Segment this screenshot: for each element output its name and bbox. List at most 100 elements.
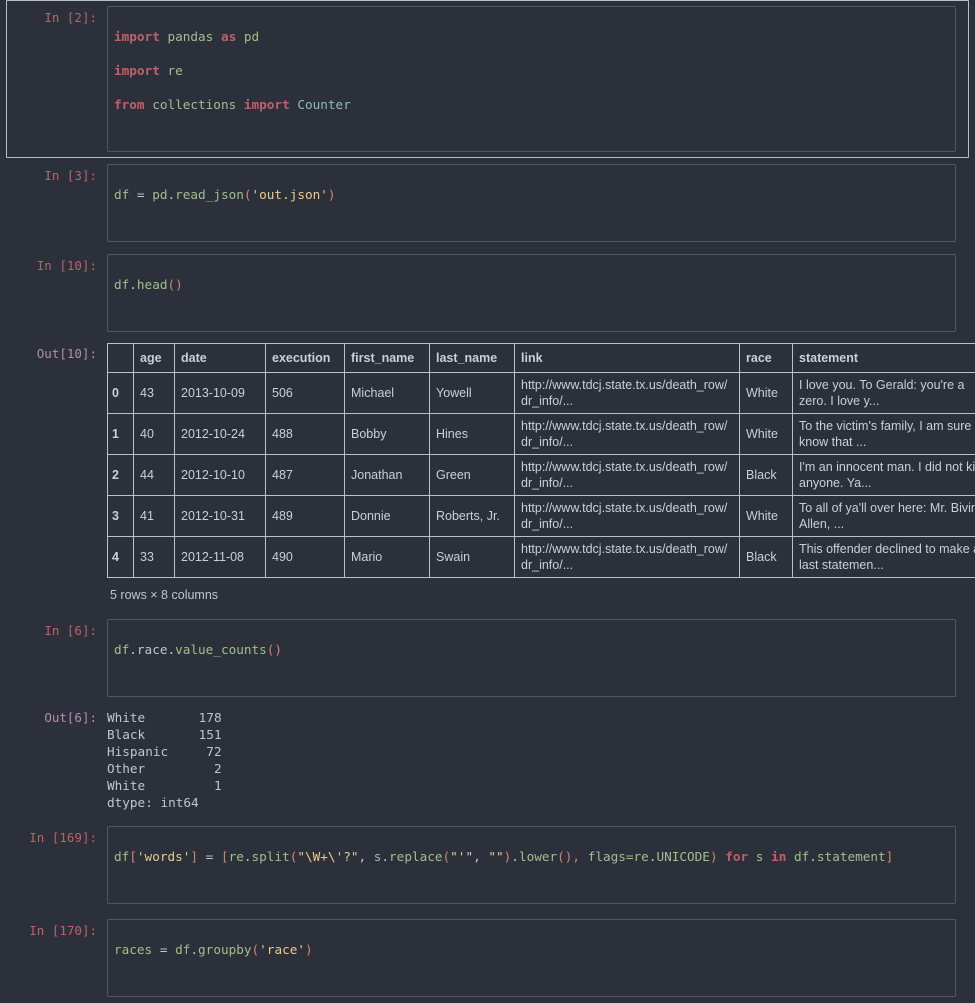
list-open: [: [221, 849, 229, 864]
module-pd: pd: [152, 187, 167, 202]
series-dtype-line: dtype: int64: [107, 794, 956, 811]
series-output-body: White 178Black 151Hispanic 72Other 2Whit…: [107, 706, 956, 811]
cell-last-name: Green: [430, 455, 515, 496]
row-index: 1: [108, 414, 134, 455]
var-df: df: [114, 849, 129, 864]
cell-statement: To all of ya'll over here: Mr. Bivins, A…: [793, 496, 975, 537]
cell-first-name: Jonathan: [345, 455, 430, 496]
string-race: 'race': [259, 942, 305, 957]
code-editor-in-169[interactable]: df['words'] = [re.split("\W+\'?", s.repl…: [107, 826, 956, 904]
paren-close: ): [504, 849, 512, 864]
code-editor-in-170[interactable]: races = df.groupby('race'): [107, 919, 956, 997]
cell-last-name: Hines: [430, 414, 515, 455]
cell-statement: I'm an innocent man. I did not kill anyo…: [793, 455, 975, 496]
alias-pd: pd: [236, 29, 259, 44]
cell-race: Black: [740, 537, 793, 578]
cell-link: http://www.tdcj.state.tx.us/death_row/dr…: [515, 496, 740, 537]
notebook-cell-in-2[interactable]: In [2]: import pandas as pd import re fr…: [6, 0, 969, 158]
cell-last-name: Yowell: [430, 373, 515, 414]
var-df: df: [114, 187, 129, 202]
link-line-1: http://www.tdcj.state.tx.us: [521, 501, 662, 515]
module-pandas: pandas: [160, 29, 221, 44]
row-index: 3: [108, 496, 134, 537]
dataframe-shape-label: 5 rows × 8 columns: [107, 578, 956, 604]
cell-race: White: [740, 496, 793, 537]
notebook-cell-in-170[interactable]: In [170]: races = df.groupby('race'): [6, 910, 969, 1003]
cell-link: http://www.tdcj.state.tx.us/death_row/dr…: [515, 537, 740, 578]
row-index: 4: [108, 537, 134, 578]
cell-age: 41: [134, 496, 175, 537]
paren-close: ): [305, 942, 313, 957]
code-editor-in-3[interactable]: df = pd.read_json('out.json'): [107, 164, 956, 242]
dot: .: [129, 277, 137, 292]
series-line: White 1: [107, 777, 956, 794]
comma: ,: [473, 849, 488, 864]
var-df: df: [114, 277, 129, 292]
notebook-cell-in-10[interactable]: In [10]: df.head(): [6, 248, 969, 338]
notebook-cell-in-169[interactable]: In [169]: df['words'] = [re.split("\W+\'…: [6, 817, 969, 910]
col-header-statement: statement: [793, 344, 975, 373]
module-re: re: [634, 849, 649, 864]
input-prompt-in-2: In [2]:: [19, 6, 107, 26]
dataframe-output-body: age date execution first_name last_name …: [107, 342, 956, 604]
cell-race: White: [740, 373, 793, 414]
cell-body-in-6: df.race.value_counts(): [107, 619, 956, 697]
parens: (): [267, 642, 282, 657]
module-re: re: [229, 849, 244, 864]
dataframe-table: age date execution first_name last_name …: [107, 343, 975, 578]
method-value-counts: value_counts: [175, 642, 267, 657]
code-line: from collections import Counter: [114, 96, 949, 113]
cell-execution: 489: [266, 496, 345, 537]
operator-assign: =: [129, 187, 152, 202]
col-header-race: race: [740, 344, 793, 373]
keyword-import: import: [114, 63, 160, 78]
var-s: s: [748, 849, 771, 864]
row-index: 0: [108, 373, 134, 414]
cell-link: http://www.tdcj.state.tx.us/death_row/dr…: [515, 455, 740, 496]
code-editor-in-2[interactable]: import pandas as pd import re from colle…: [107, 6, 956, 152]
code-line: import pandas as pd: [114, 28, 949, 45]
cell-execution: 490: [266, 537, 345, 578]
cell-last-name: Swain: [430, 537, 515, 578]
jupyter-notebook: In [2]: import pandas as pd import re fr…: [0, 0, 975, 720]
table-row: 4 33 2012-11-08 490 Mario Swain http://w…: [108, 537, 975, 578]
bracket-open: [: [129, 849, 137, 864]
cell-date: 2012-10-31: [175, 496, 266, 537]
symbol-counter: Counter: [290, 97, 351, 112]
notebook-cell-in-6[interactable]: In [6]: df.race.value_counts(): [6, 610, 969, 703]
dataframe-header: age date execution first_name last_name …: [108, 344, 975, 373]
cell-statement: This offender declined to make a last st…: [793, 537, 975, 578]
dot: .: [244, 849, 252, 864]
code-editor-in-10[interactable]: df.head(): [107, 254, 956, 332]
keyword-from: from: [114, 97, 145, 112]
method-read-json: read_json: [175, 187, 244, 202]
cell-link: http://www.tdcj.state.tx.us/death_row/dr…: [515, 373, 740, 414]
series-line: Hispanic 72: [107, 743, 956, 760]
kwarg-flags: flags=: [588, 849, 634, 864]
notebook-cell-in-3[interactable]: In [3]: df = pd.read_json('out.json'): [6, 158, 969, 248]
code-line: df = pd.read_json('out.json'): [114, 186, 949, 203]
attr-statement: statement: [817, 849, 886, 864]
code-editor-in-6[interactable]: df.race.value_counts(): [107, 619, 956, 697]
link-line-1: http://www.tdcj.state.tx.us: [521, 419, 662, 433]
string-quote-arg: "'": [450, 849, 473, 864]
string-out-json: 'out.json': [252, 187, 328, 202]
attr-race: .race: [129, 642, 167, 657]
table-row: 1 40 2012-10-24 488 Bobby Hines http://w…: [108, 414, 975, 455]
keyword-in: in: [771, 849, 786, 864]
cell-date: 2012-10-10: [175, 455, 266, 496]
cell-first-name: Donnie: [345, 496, 430, 537]
input-prompt-in-3: In [3]:: [19, 164, 107, 184]
dot: .: [167, 642, 175, 657]
table-row: 2 44 2012-10-10 487 Jonathan Green http:…: [108, 455, 975, 496]
var-s: s: [374, 849, 382, 864]
input-prompt-in-10: In [10]:: [19, 254, 107, 274]
cell-last-name: Roberts, Jr.: [430, 496, 515, 537]
cell-body-in-169: df['words'] = [re.split("\W+\'?", s.repl…: [107, 826, 956, 904]
cell-age: 43: [134, 373, 175, 414]
code-line: df.head(): [114, 276, 949, 293]
series-line: Other 2: [107, 760, 956, 777]
module-collections: collections: [145, 97, 244, 112]
cell-execution: 506: [266, 373, 345, 414]
cell-date: 2012-11-08: [175, 537, 266, 578]
